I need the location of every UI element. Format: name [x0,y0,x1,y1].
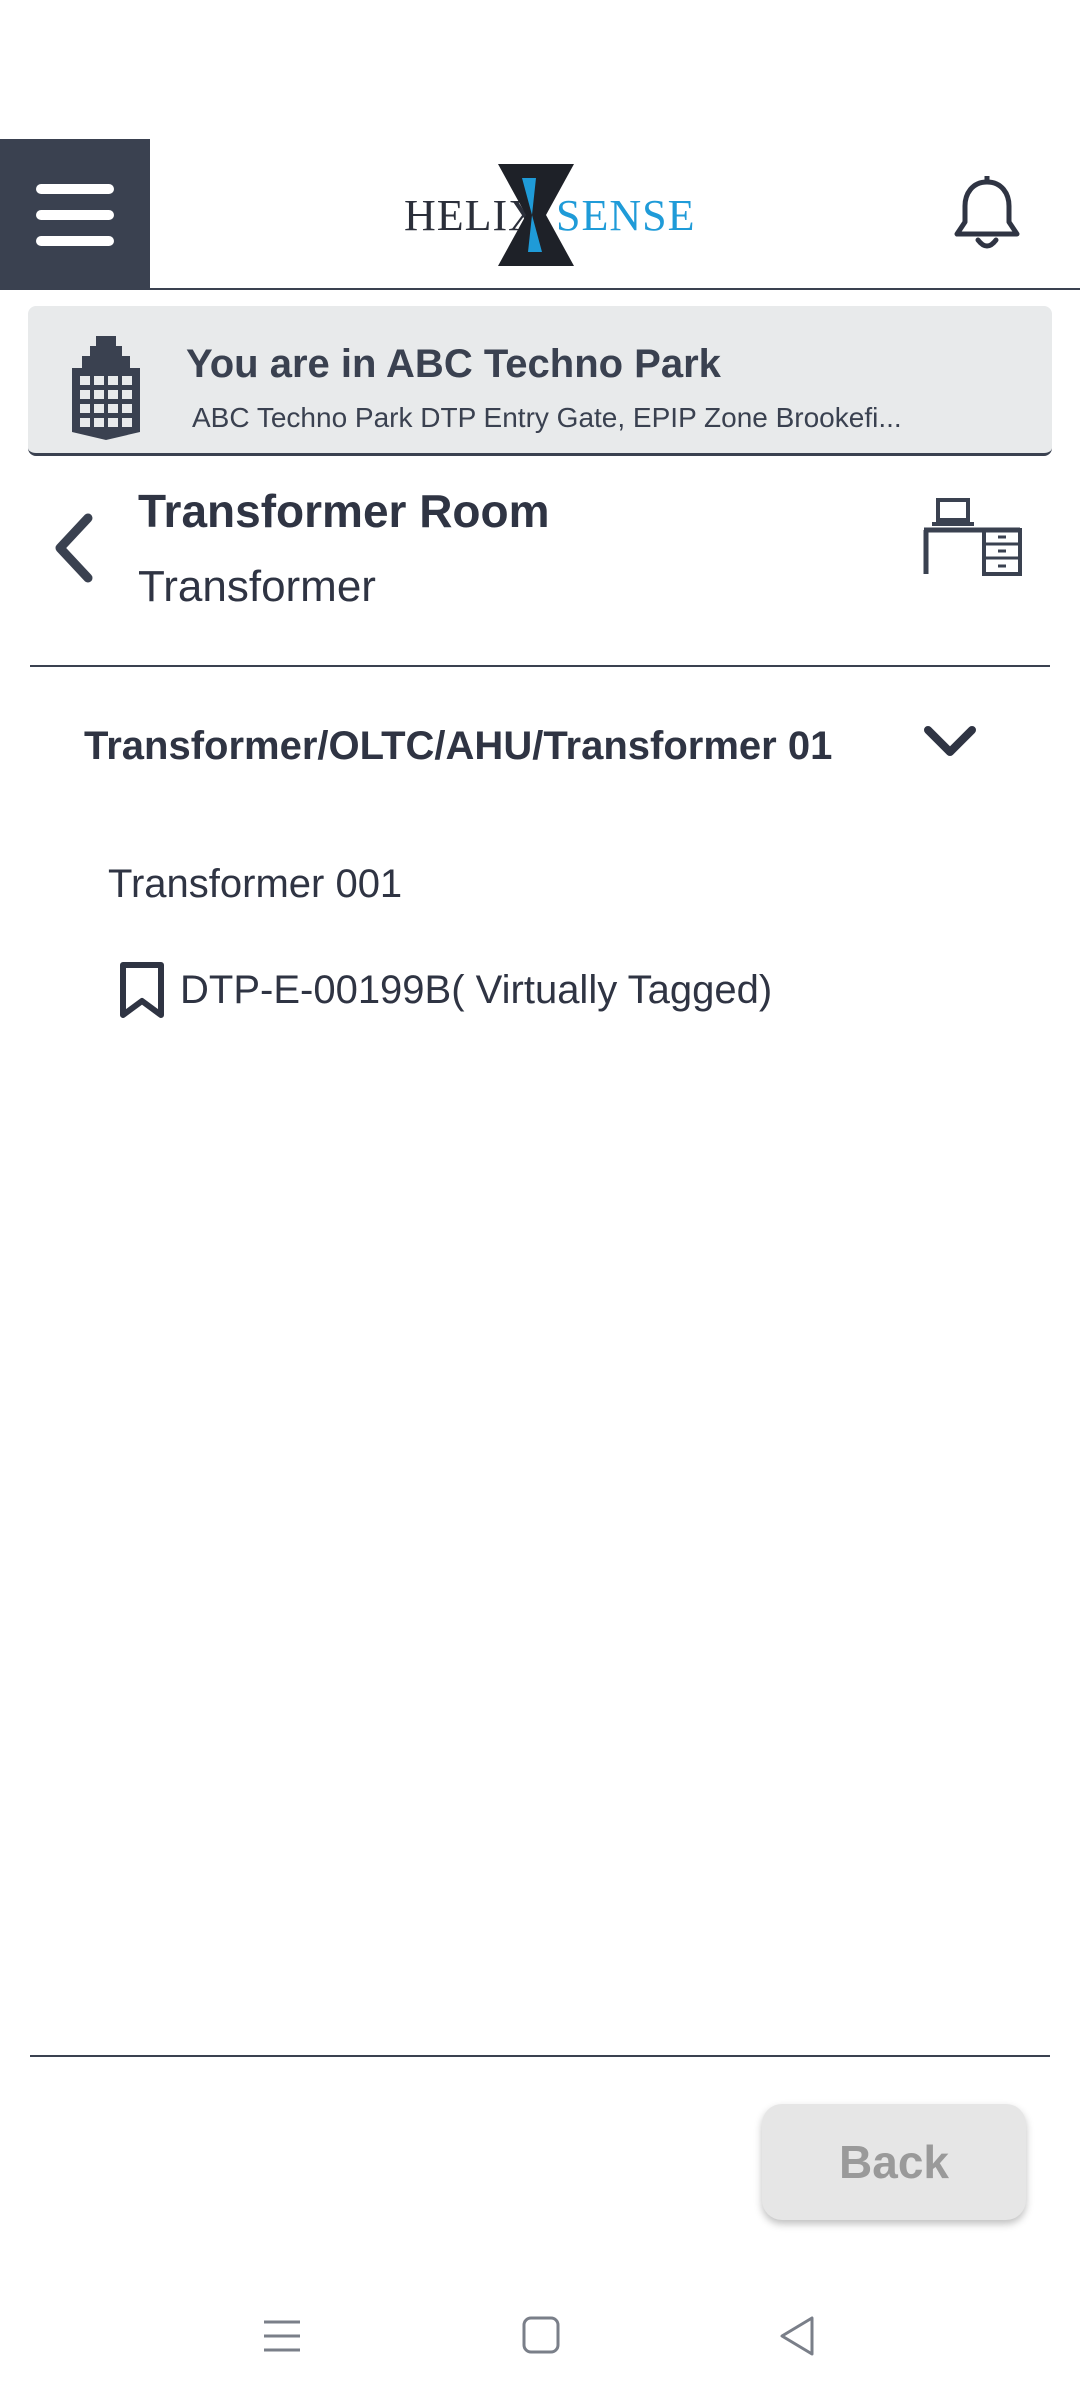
hamburger-menu-icon [36,183,114,246]
back-triangle-icon[interactable] [762,2300,834,2372]
location-title: You are in ABC Techno Park [186,342,721,386]
chevron-left-icon[interactable] [48,510,104,586]
room-title: Transformer Room [138,485,550,537]
location-banner[interactable]: You are in ABC Techno Park ABC Techno Pa… [28,306,1052,456]
asset-tag-text: DTP-E-00199B( Virtually Tagged) [180,967,773,1012]
asset-group-path: Transformer/OLTC/AHU/Transformer 01 [84,724,833,768]
recent-apps-icon[interactable] [246,2300,318,2372]
chevron-down-icon[interactable] [920,720,980,764]
building-icon [72,336,140,440]
room-subtitle: Transformer [138,562,376,611]
asset-tag[interactable]: DTP-E-00199B( Virtually Tagged) [118,958,772,1022]
asset-group-accordion[interactable]: Transformer/OLTC/AHU/Transformer 01 [30,690,1050,800]
section-divider [30,665,1050,667]
helixsense-logo: HELIX SENSE [400,160,694,270]
asset-name[interactable]: Transformer 001 [108,862,402,907]
bell-icon[interactable] [952,176,1022,252]
home-icon[interactable] [504,2300,576,2372]
menu-button[interactable] [0,139,150,290]
header-divider [0,288,1080,290]
back-button[interactable]: Back [762,2104,1026,2220]
footer-divider [30,2055,1050,2057]
logo-text-right: SENSE [556,191,696,240]
location-address: ABC Techno Park DTP Entry Gate, EPIP Zon… [192,402,902,433]
desk-icon [923,498,1022,576]
bookmark-icon [120,962,164,1018]
